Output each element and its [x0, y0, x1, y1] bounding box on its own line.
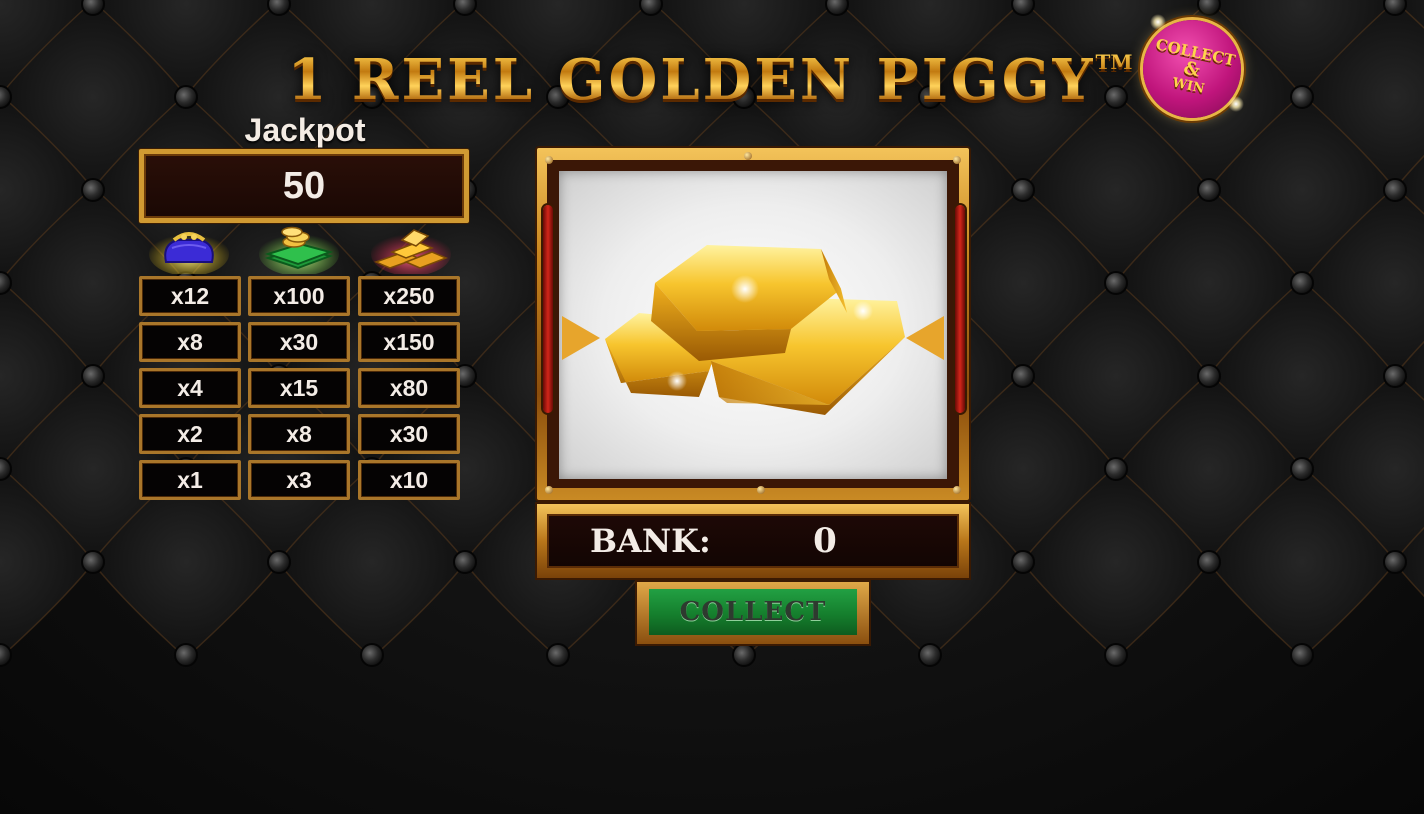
- bank-label: BANK:: [590, 522, 711, 560]
- paytable-multiplier-cell: x30: [358, 414, 460, 454]
- purse-icon: [149, 232, 229, 274]
- sparkle-icon: [1150, 14, 1166, 30]
- reel-right-pointer: [906, 316, 944, 360]
- paytable-multiplier-cell: x100: [248, 276, 350, 316]
- jackpot-value: 50: [282, 164, 326, 207]
- collect-button-label[interactable]: COLLECT: [649, 589, 857, 635]
- rivet: [744, 152, 752, 160]
- paytable-multiplier-cell: x250: [358, 276, 460, 316]
- gold-bars-icon: [371, 229, 451, 274]
- game-title: 1 REEL GOLDEN PIGGYTM: [270, 22, 1150, 102]
- rivet: [953, 486, 961, 494]
- paytable-multiplier-cell: x2: [139, 414, 241, 454]
- trademark-mark: TM: [1095, 50, 1133, 74]
- rivet: [545, 156, 553, 164]
- rivet: [953, 156, 961, 164]
- reel-right-bar: [955, 205, 965, 413]
- paytable-multiplier-cell: x30: [248, 322, 350, 362]
- bank-value: 0: [813, 521, 837, 561]
- collect-button[interactable]: COLLECT: [637, 582, 869, 644]
- gold-bars-icon: [605, 245, 905, 415]
- jackpot-display: 50: [139, 149, 469, 223]
- money-stack-icon: [259, 226, 339, 274]
- sparkle-icon: [1228, 96, 1244, 112]
- paytable-multiplier-cell: x12: [139, 276, 241, 316]
- paytable-multiplier-cell: x8: [139, 322, 241, 362]
- game-screen: 1 REEL GOLDEN PIGGYTM COLLECT & WIN Jack…: [0, 0, 1424, 814]
- badge-line-win: WIN: [1170, 74, 1206, 97]
- rivet: [757, 486, 765, 494]
- paytable-multiplier-cell: x150: [358, 322, 460, 362]
- paytable-multiplier-cell: x4: [139, 368, 241, 408]
- paytable-multiplier-cell: x1: [139, 460, 241, 500]
- paytable-multiplier-cell: x15: [248, 368, 350, 408]
- paytable-multiplier-cell: x80: [358, 368, 460, 408]
- reel-left-bar: [543, 205, 553, 413]
- reel-left-pointer: [562, 316, 600, 360]
- jackpot-label: Jackpot: [244, 112, 366, 148]
- paytable-multiplier-cell: x3: [248, 460, 350, 500]
- reel-window: [559, 171, 947, 479]
- paytable-multiplier-cell: x8: [248, 414, 350, 454]
- paytable-multiplier-cell: x10: [358, 460, 460, 500]
- rivet: [545, 486, 553, 494]
